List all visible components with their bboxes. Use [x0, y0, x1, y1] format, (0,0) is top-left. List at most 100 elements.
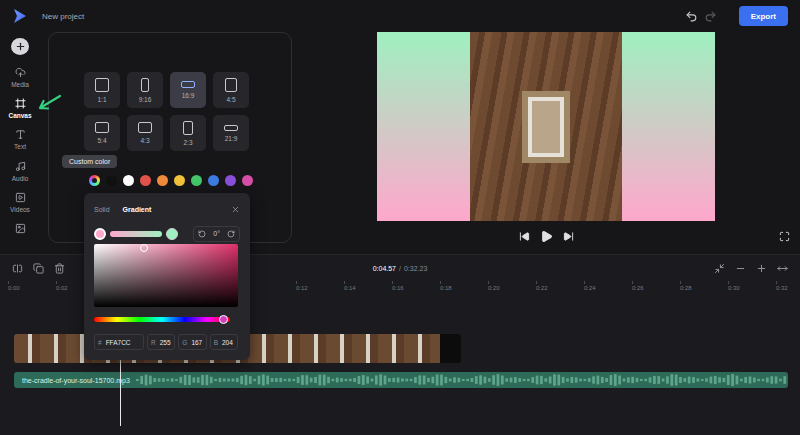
- picker-handle[interactable]: [140, 244, 148, 252]
- time-separator: /: [399, 265, 401, 272]
- ratio-shape-icon: [141, 78, 149, 92]
- fit-icon[interactable]: [714, 263, 725, 274]
- delete-icon[interactable]: [54, 263, 65, 274]
- angle-control: 0°: [193, 226, 240, 242]
- color-field[interactable]: R 255: [147, 334, 175, 350]
- split-icon[interactable]: [12, 263, 23, 274]
- gradient-stops: 0°: [94, 226, 240, 242]
- skip-back-icon[interactable]: [519, 231, 530, 242]
- zoom-in-icon[interactable]: [756, 263, 767, 274]
- field-value: 167: [191, 339, 202, 346]
- color-field[interactable]: # FFA7CC: [94, 334, 144, 350]
- ratio-shape-icon: [224, 125, 238, 131]
- annotation-arrow-icon: [36, 93, 62, 113]
- color-swatch[interactable]: [140, 175, 151, 186]
- field-label: #: [98, 339, 102, 346]
- sidebar-item[interactable]: Canvas: [0, 98, 40, 129]
- ruler-tick: 0:22: [536, 285, 548, 291]
- color-swatch[interactable]: [242, 175, 253, 186]
- sidebar-item[interactable]: Audio: [0, 161, 40, 192]
- close-icon[interactable]: [231, 205, 240, 214]
- custom-color-swatch[interactable]: [89, 175, 100, 186]
- color-field[interactable]: G 167: [178, 334, 206, 350]
- sidebar-item[interactable]: Media: [0, 67, 40, 98]
- current-time: 0:04.57: [373, 265, 396, 272]
- fullscreen-icon[interactable]: [779, 231, 790, 242]
- sidebar-item[interactable]: [0, 223, 40, 254]
- ruler-tick: 0:28: [680, 285, 692, 291]
- add-button[interactable]: [11, 38, 29, 55]
- ratio-shape-icon: [95, 122, 109, 133]
- export-button[interactable]: Export: [739, 6, 788, 26]
- audio-clip[interactable]: the-cradle-of-your-soul-15700.mp3: [14, 372, 788, 388]
- field-value: 255: [160, 339, 171, 346]
- ratio-option[interactable]: 2:3: [170, 115, 206, 151]
- gradient-bar: [110, 231, 162, 237]
- ruler-tick: 0:20: [488, 285, 500, 291]
- hue-slider[interactable]: [94, 317, 230, 322]
- ratio-shape-icon: [95, 78, 109, 92]
- field-label: G: [182, 339, 187, 346]
- angle-value[interactable]: 0°: [213, 230, 220, 237]
- color-fields: # FFA7CC R 255 G 167 B204: [94, 334, 238, 350]
- sidebar-label: Canvas: [8, 112, 31, 119]
- sidebar-item[interactable]: Text: [0, 129, 40, 160]
- ratio-shape-icon: [183, 121, 192, 135]
- field-label: R: [151, 339, 156, 346]
- ratio-option[interactable]: 4:3: [127, 115, 163, 151]
- ratio-shape-icon: [138, 122, 152, 133]
- expand-icon[interactable]: [777, 263, 788, 274]
- playback-controls: [292, 230, 800, 243]
- total-time: 0:32.23: [404, 265, 427, 272]
- ratio-label: 21:9: [225, 135, 238, 142]
- project-title[interactable]: New project: [42, 12, 84, 21]
- swatch-row: [89, 175, 291, 186]
- ratio-option[interactable]: 21:9: [213, 115, 249, 151]
- sidebar-item[interactable]: Videos: [0, 192, 40, 223]
- zoom-out-icon[interactable]: [735, 263, 746, 274]
- skip-forward-icon[interactable]: [563, 231, 574, 242]
- gradient-stop[interactable]: [166, 228, 178, 240]
- ruler-tick: 0:12: [296, 285, 308, 291]
- color-swatch[interactable]: [208, 175, 219, 186]
- sidebar: Media Canvas TextAudioVideos: [0, 32, 40, 254]
- ratio-option[interactable]: 1:1: [84, 72, 120, 108]
- rotate-right-icon[interactable]: [227, 230, 235, 238]
- ruler-tick: 0:26: [632, 285, 644, 291]
- saturation-picker[interactable]: [94, 244, 238, 307]
- color-swatch[interactable]: [157, 175, 168, 186]
- color-picker-popup: Solid Gradient 0° # FFA7CC R 255 G 167 B204: [84, 193, 250, 360]
- upload-icon: [15, 67, 26, 78]
- redo-icon[interactable]: [704, 10, 717, 23]
- logo-icon[interactable]: [13, 8, 27, 24]
- field-value: FFA7CC: [106, 339, 131, 346]
- hue-handle[interactable]: [219, 315, 228, 324]
- sidebar-label: Media: [11, 81, 29, 88]
- color-swatch[interactable]: [191, 175, 202, 186]
- popup-tab[interactable]: Solid: [94, 206, 110, 213]
- history-controls: [685, 10, 717, 23]
- ratio-option[interactable]: 5:4: [84, 115, 120, 151]
- ruler-tick: 0:14: [344, 285, 356, 291]
- ratio-label: 4:5: [226, 96, 235, 103]
- ruler-tick: 0:16: [392, 285, 404, 291]
- preview-canvas: [377, 32, 715, 221]
- color-swatch[interactable]: [225, 175, 236, 186]
- color-swatch[interactable]: [174, 175, 185, 186]
- duplicate-icon[interactable]: [33, 263, 44, 274]
- ruler-tick: 0:18: [440, 285, 452, 291]
- ruler-tick: 0:30: [728, 285, 740, 291]
- color-swatch[interactable]: [106, 175, 117, 186]
- play-icon[interactable]: [540, 230, 553, 243]
- undo-icon[interactable]: [685, 10, 698, 23]
- image-icon: [15, 223, 26, 234]
- color-swatch[interactable]: [123, 175, 134, 186]
- popup-tab[interactable]: Gradient: [123, 206, 152, 213]
- ratio-option[interactable]: 16:9: [170, 72, 206, 108]
- rotate-left-icon[interactable]: [198, 230, 206, 238]
- ratio-option[interactable]: 4:5: [213, 72, 249, 108]
- ratio-option[interactable]: 9:16: [127, 72, 163, 108]
- gradient-stop[interactable]: [94, 228, 106, 240]
- color-field[interactable]: B204: [210, 334, 238, 350]
- top-bar: New project Export: [0, 0, 800, 32]
